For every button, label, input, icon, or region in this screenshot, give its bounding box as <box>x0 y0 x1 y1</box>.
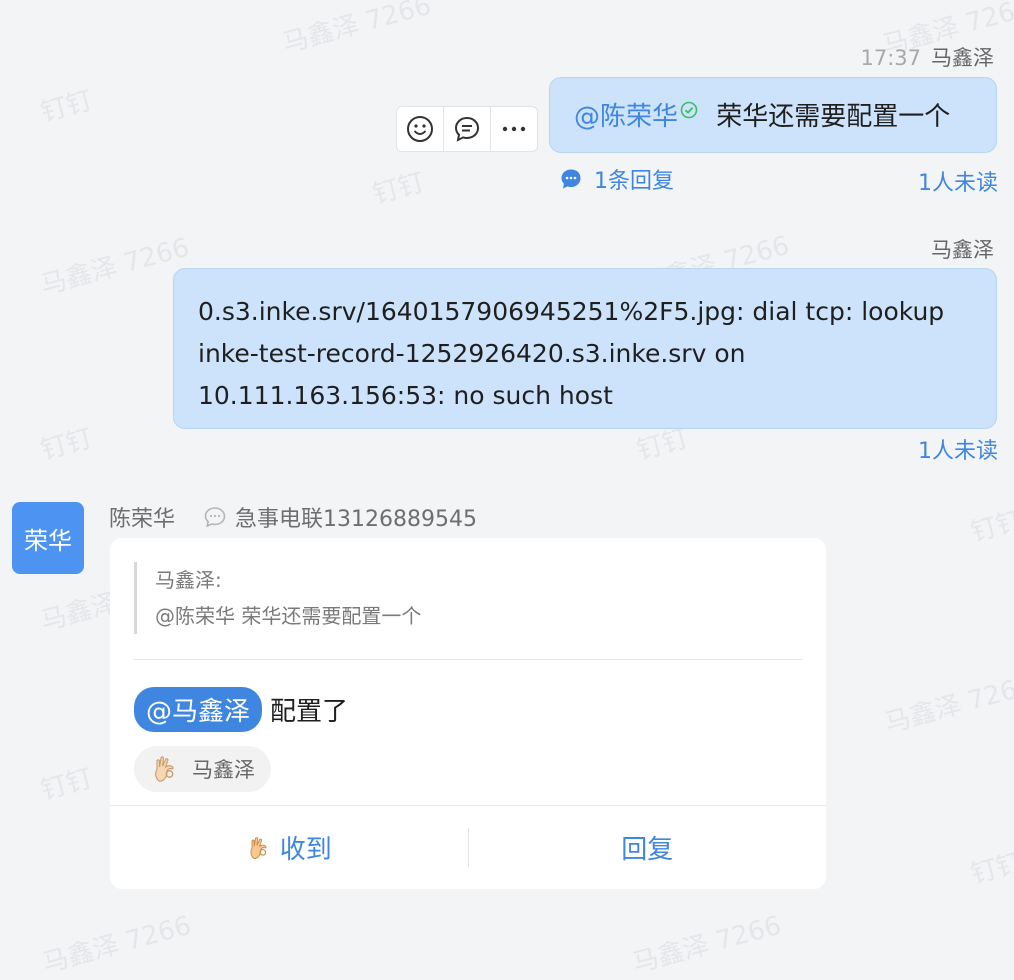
watermark: 马鑫泽 7266 <box>39 910 195 980</box>
watermark: 钉钉 <box>37 763 96 807</box>
mention-chip[interactable]: @马鑫泽 <box>134 687 263 732</box>
message-bubble-icon <box>203 506 227 528</box>
receive-button[interactable]: 收到 <box>110 806 468 889</box>
quote-author: 马鑫泽: <box>155 568 222 592</box>
reply-action-button[interactable]: 回复 <box>469 806 827 889</box>
divider <box>134 659 802 660</box>
more-icon <box>502 126 526 132</box>
watermark: 钉钉 <box>37 423 96 467</box>
emoji-reaction-button[interactable] <box>397 107 444 151</box>
message-bubble[interactable]: 0.s3.inke.srv/1640157906945251%2F5.jpg: … <box>173 268 997 429</box>
more-button[interactable] <box>491 107 537 151</box>
read-check-icon <box>680 96 698 126</box>
watermark: 马鑫泽 7266 <box>881 670 1014 740</box>
ding-label: 急事电联13126889545 <box>235 507 477 532</box>
sender-name: 陈荣华 <box>109 507 176 532</box>
message-line: inke-test-record-1252926420.s3.inke.srv … <box>198 339 746 368</box>
reply-count-label: 1条回复 <box>594 169 674 194</box>
watermark: 钉钉 <box>37 85 96 129</box>
ok-hand-icon <box>250 836 267 859</box>
comment-icon <box>454 116 480 142</box>
message-line: 10.111.163.156:53: no such host <box>198 381 613 410</box>
card-action-bar: 收到 回复 <box>110 805 826 889</box>
unread-status-link[interactable]: 1人未读 <box>918 433 998 465</box>
watermark: 钉钉 <box>967 505 1014 549</box>
message-sender: 马鑫泽 <box>931 238 994 262</box>
reaction-chip[interactable]: 马鑫泽 <box>134 746 271 792</box>
unread-status-link[interactable]: 1人未读 <box>918 165 998 197</box>
reply-action-label: 回复 <box>621 835 674 865</box>
reply-button[interactable] <box>444 107 491 151</box>
message-sender: 马鑫泽 <box>931 46 994 70</box>
mention-link[interactable]: @陈荣华 <box>574 102 678 132</box>
smiley-icon <box>407 116 433 142</box>
ding-card: 马鑫泽: @陈荣华 荣华还需要配置一个 @马鑫泽 配置了 马鑫泽 收到 回复 <box>110 538 826 889</box>
reply-content: @马鑫泽 配置了 <box>134 687 348 732</box>
quote-text: @陈荣华 荣华还需要配置一个 <box>155 604 422 628</box>
quoted-message[interactable]: 马鑫泽: @陈荣华 荣华还需要配置一个 <box>134 562 585 634</box>
watermark: 马鑫泽 7266 <box>279 0 435 60</box>
reaction-user: 马鑫泽 <box>192 758 255 782</box>
sender-row: 陈荣华 急事电联13126889545 <box>109 501 477 533</box>
message-bubble[interactable]: @陈荣华 荣华还需要配置一个 <box>549 77 997 153</box>
message-time: 17:37 <box>860 46 921 70</box>
watermark: 马鑫泽 7266 <box>629 910 785 980</box>
reply-bubble-icon <box>561 169 581 189</box>
avatar[interactable]: 荣华 <box>12 502 84 574</box>
message-meta: 17:37 马鑫泽 <box>860 42 994 72</box>
message-toolbar <box>396 106 538 152</box>
receive-label: 收到 <box>279 835 332 865</box>
watermark: 钉钉 <box>967 847 1014 891</box>
ok-hand-icon <box>155 756 174 782</box>
watermark: 钉钉 <box>369 167 428 211</box>
reply-text: 配置了 <box>270 697 349 727</box>
message-line: 0.s3.inke.srv/1640157906945251%2F5.jpg: … <box>198 297 945 326</box>
watermark: 马鑫泽 7266 <box>37 232 193 302</box>
reply-count-link[interactable]: 1条回复 <box>560 163 674 195</box>
message-text: 荣华还需要配置一个 <box>716 102 951 132</box>
